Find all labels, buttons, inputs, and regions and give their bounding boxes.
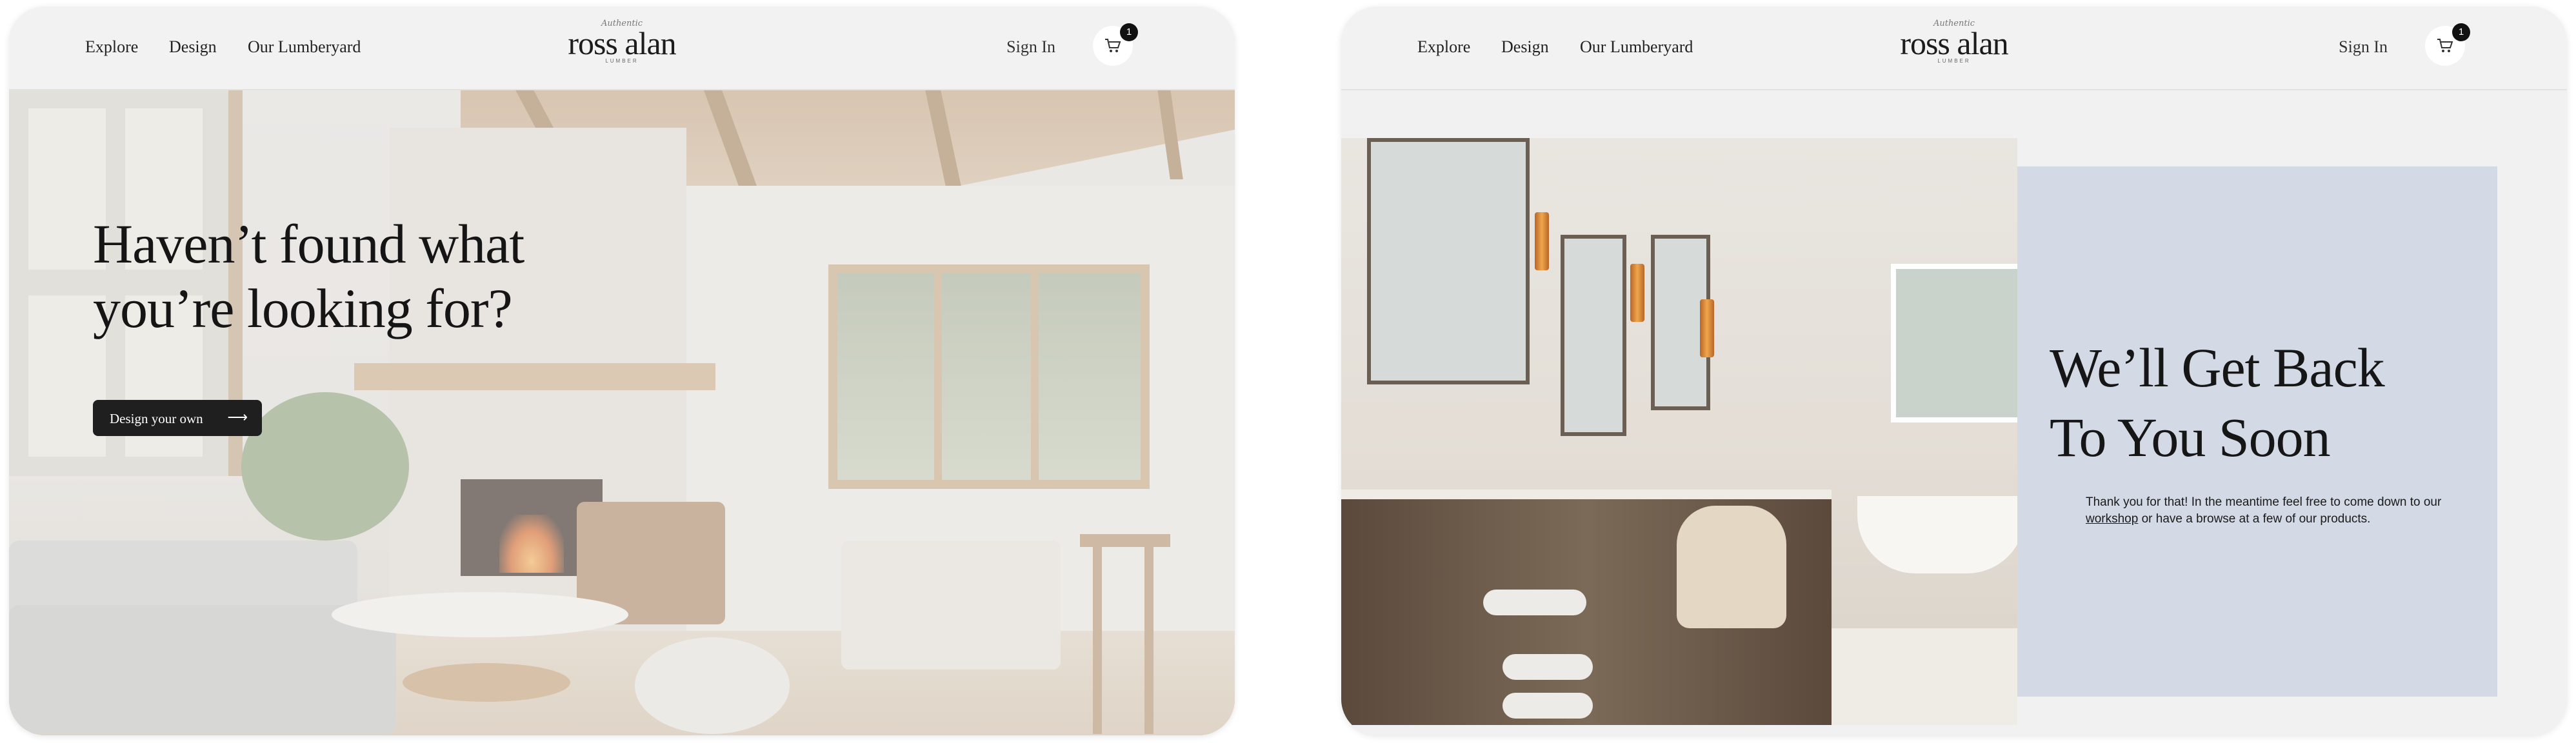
navbar-right: Explore Design Our Lumberyard Authentic … xyxy=(1341,6,2567,90)
cart-icon xyxy=(2437,39,2453,52)
logo-name: ross alan xyxy=(568,25,676,61)
nav-link-design[interactable]: Design xyxy=(1501,37,1549,57)
bathroom-image xyxy=(1341,138,2017,725)
mirror xyxy=(1367,138,1530,384)
workshop-link[interactable]: workshop xyxy=(2086,512,2138,526)
cta-label: Design your own xyxy=(110,411,203,426)
hero-title: Haven’t found what you’re looking for? xyxy=(93,212,674,341)
cart-button[interactable]: 1 xyxy=(1093,23,1138,66)
logo[interactable]: Authentic ross alan LUMBER xyxy=(1870,19,2038,65)
cart-count-badge: 1 xyxy=(1120,23,1138,41)
window xyxy=(1891,264,2017,422)
cart-icon xyxy=(1105,39,1121,52)
nav-link-explore[interactable]: Explore xyxy=(1417,37,1470,57)
hero-panel: Explore Design Our Lumberyard Authentic … xyxy=(9,6,1235,735)
confirmation-title-line2: To You Soon xyxy=(2050,406,2331,468)
nav-link-lumberyard[interactable]: Our Lumberyard xyxy=(1580,37,1693,57)
arrow-right-icon: ⟶ xyxy=(227,409,248,425)
bathtub xyxy=(1857,496,2017,573)
contact-message-box: We’ll Get Back To You Soon Thank you for… xyxy=(2017,166,2497,697)
navbar: Explore Design Our Lumberyard Authentic … xyxy=(9,6,1235,90)
confirmation-title-line1: We’ll Get Back xyxy=(2050,337,2385,399)
cart-count-badge: 1 xyxy=(2452,23,2470,41)
cart-button[interactable]: 1 xyxy=(2425,23,2470,66)
logo-subtitle: LUMBER xyxy=(605,58,639,64)
vanity-chair xyxy=(1677,506,1786,628)
contact-panel: Explore Design Our Lumberyard Authentic … xyxy=(1341,6,2567,735)
logo-name: ross alan xyxy=(1900,25,2008,61)
nav-link-lumberyard[interactable]: Our Lumberyard xyxy=(248,37,361,57)
hero-title-line1: Haven’t found what xyxy=(93,213,524,275)
message-text-before: Thank you for that! In the meantime feel… xyxy=(2086,495,2442,509)
confirmation-message: Thank you for that! In the meantime feel… xyxy=(2086,494,2447,528)
confirmation-title: We’ll Get Back To You Soon xyxy=(2050,333,2488,472)
message-text-after: or have a browse at a few of our product… xyxy=(2138,512,2371,526)
hero-title-line2: you’re looking for? xyxy=(93,277,513,339)
sign-in-link[interactable]: Sign In xyxy=(1006,37,1055,57)
hero-image: Haven’t found what you’re looking for? D… xyxy=(9,89,1235,735)
logo-subtitle: LUMBER xyxy=(1937,58,1971,64)
logo[interactable]: Authentic ross alan LUMBER xyxy=(538,19,706,65)
nav-link-design[interactable]: Design xyxy=(169,37,217,57)
nav-link-explore[interactable]: Explore xyxy=(85,37,138,57)
design-your-own-button[interactable]: Design your own ⟶ xyxy=(93,400,262,436)
sign-in-link[interactable]: Sign In xyxy=(2339,37,2388,57)
